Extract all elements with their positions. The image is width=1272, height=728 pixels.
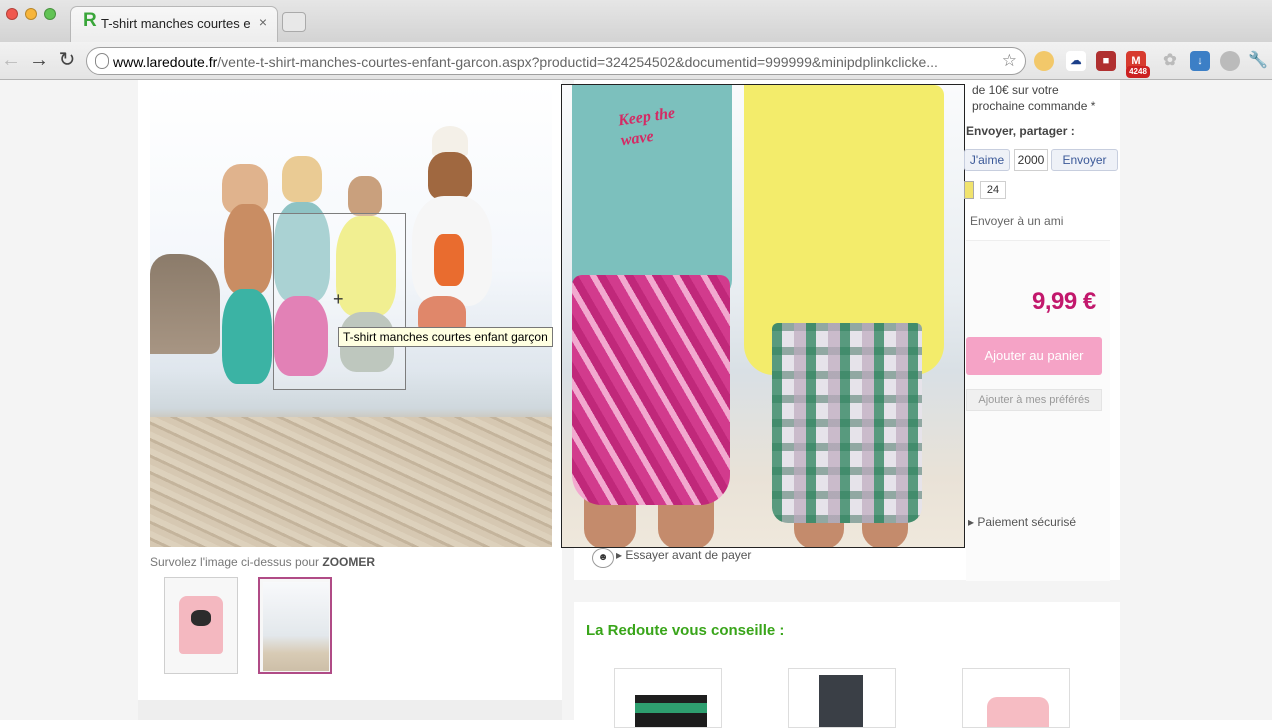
- reco-jeans-image: [819, 675, 863, 727]
- forward-arrow-icon[interactable]: →: [28, 49, 50, 71]
- promo-text: de 10€ sur votre prochaine commande *: [972, 83, 1096, 113]
- like-count: 2000: [1014, 149, 1048, 171]
- kid-1-shorts: [222, 289, 272, 384]
- zoom-preview: Keep the wave: [561, 84, 965, 548]
- app-icon[interactable]: ■: [1096, 51, 1116, 71]
- reco-item-jeans[interactable]: [788, 668, 896, 728]
- image-tooltip: T-shirt manches courtes enfant garçon: [338, 327, 553, 347]
- share-title: Envoyer, partager :: [966, 124, 1075, 138]
- thumbnail-beach[interactable]: [258, 577, 332, 674]
- reco-pink-image: [987, 697, 1049, 727]
- globe-icon[interactable]: [1220, 51, 1240, 71]
- thumbnail-beach-image: [263, 582, 329, 671]
- panel-footer: [138, 700, 562, 720]
- add-to-cart-button[interactable]: Ajouter au panier: [966, 337, 1102, 375]
- facebook-like-button[interactable]: J'aime: [964, 149, 1010, 171]
- reco-item-shorts[interactable]: [614, 668, 722, 728]
- try-before-pay-label: Essayer avant de payer: [625, 548, 752, 562]
- kid-3-head: [348, 176, 382, 216]
- cookie-icon[interactable]: [1034, 51, 1054, 71]
- recommendations-title: La Redoute vous conseille :: [586, 622, 785, 639]
- secure-payment-label: Paiement sécurisé: [977, 515, 1077, 529]
- tab-title: T-shirt manches courtes enfant garçon: [101, 16, 251, 31]
- kid-4-print: [434, 234, 464, 286]
- new-tab-button[interactable]: [282, 12, 306, 32]
- try-before-pay-link[interactable]: ▸ Essayer avant de payer: [616, 548, 751, 562]
- reco-item-pink-top[interactable]: [962, 668, 1070, 728]
- share-count: 24: [980, 181, 1006, 199]
- wrench-icon[interactable]: 🔧: [1248, 51, 1268, 71]
- thumbnail-tshirt-image: [179, 596, 223, 654]
- sand: [150, 417, 552, 547]
- rock: [150, 254, 220, 354]
- browser-toolbar: ← → ↻ www.laredoute.fr/vente-t-shirt-man…: [0, 42, 1272, 80]
- product-price: 9,99 €: [1032, 288, 1096, 315]
- thumbnail-tshirt[interactable]: [164, 577, 238, 674]
- zoom-pink-shorts: [572, 275, 730, 505]
- tab-close-icon[interactable]: ×: [259, 14, 267, 30]
- bookmark-star-icon[interactable]: ☆: [1002, 51, 1017, 71]
- send-to-friend-link[interactable]: Envoyer à un ami: [970, 214, 1063, 228]
- facebook-send-button[interactable]: Envoyer: [1051, 149, 1118, 171]
- cloud-icon[interactable]: ☁: [1066, 51, 1086, 71]
- window-maximize-button[interactable]: [44, 8, 56, 20]
- reload-icon[interactable]: ↻: [56, 49, 78, 71]
- url-host: www.laredoute.fr: [113, 54, 218, 70]
- back-arrow-icon[interactable]: ←: [0, 49, 22, 71]
- add-to-favorites-button[interactable]: Ajouter à mes préférés: [966, 389, 1102, 411]
- laredoute-favicon-icon: R: [83, 10, 97, 31]
- zoom-hint-keyword: ZOOMER: [322, 555, 376, 569]
- zoom-hint-text: Survolez l'image ci-dessus pour: [150, 555, 323, 569]
- address-bar[interactable]: www.laredoute.fr/vente-t-shirt-manches-c…: [86, 47, 1026, 75]
- secure-payment-link[interactable]: ▸ Paiement sécurisé: [968, 515, 1076, 529]
- url-text[interactable]: www.laredoute.fr/vente-t-shirt-manches-c…: [113, 54, 993, 70]
- download-icon[interactable]: ↓: [1190, 51, 1210, 71]
- kid-1-torso: [224, 204, 272, 294]
- zoom-shirt-print: Keep the wave: [617, 104, 677, 150]
- browser-tab[interactable]: R T-shirt manches courtes enfant garçon …: [70, 6, 278, 42]
- kid-2-head: [282, 156, 322, 202]
- share-plus-icon[interactable]: [964, 181, 974, 199]
- puzzle-icon[interactable]: ✿: [1160, 51, 1180, 71]
- kid-4-head: [428, 152, 472, 200]
- window-close-button[interactable]: [6, 8, 18, 20]
- url-path: /vente-t-shirt-manches-courtes-enfant-ga…: [217, 54, 938, 70]
- window-minimize-button[interactable]: [25, 8, 37, 20]
- gmail-count-badge: 4248: [1126, 66, 1150, 78]
- tab-strip: R T-shirt manches courtes enfant garçon …: [0, 0, 1272, 42]
- crosshair-cursor-icon: +: [333, 289, 344, 309]
- zoom-plaid-shorts: [772, 323, 922, 523]
- page-info-icon[interactable]: [95, 53, 109, 69]
- zoom-hint: Survolez l'image ci-dessus pour ZOOMER: [150, 555, 375, 569]
- reco-shorts-image: [635, 695, 707, 727]
- try-before-pay-icon: ☻: [592, 548, 614, 568]
